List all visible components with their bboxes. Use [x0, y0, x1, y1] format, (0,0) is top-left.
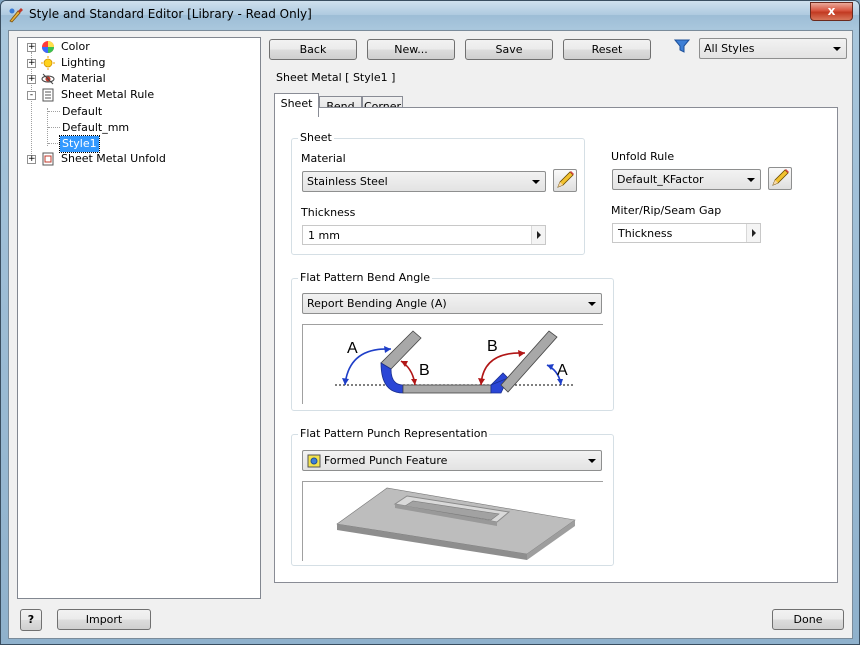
color-wheel-icon: [42, 41, 54, 53]
diagram-label-b: B: [487, 338, 498, 355]
sheet-metal-rule-icon: [42, 88, 54, 102]
edit-unfold-rule-button[interactable]: [768, 167, 792, 190]
edit-material-button[interactable]: [553, 169, 577, 192]
tree-item-label: Default: [62, 105, 103, 118]
dialog-client: + Color + Lighting + Material - Sheet Me…: [8, 30, 853, 639]
gap-input[interactable]: Thickness: [612, 223, 761, 243]
sheet-group-title: Sheet: [298, 131, 334, 144]
style-filter-dropdown[interactable]: All Styles: [699, 38, 847, 59]
done-button[interactable]: Done: [772, 609, 844, 630]
gap-label: Miter/Rip/Seam Gap: [611, 204, 722, 217]
expand-toggle[interactable]: +: [27, 75, 36, 84]
window-title: Style and Standard Editor [Library - Rea…: [29, 7, 312, 21]
style-filter-value: All Styles: [704, 42, 755, 55]
tree-item-label: Lighting: [61, 56, 106, 69]
tab-sheet[interactable]: Sheet: [274, 93, 319, 117]
bend-angle-group-title: Flat Pattern Bend Angle: [298, 271, 433, 284]
tree-item-label: Material: [61, 72, 106, 85]
bend-angle-group: Flat Pattern Bend Angle Report Bending A…: [291, 271, 614, 411]
material-value: Stainless Steel: [307, 175, 388, 188]
expand-toggle[interactable]: +: [27, 43, 36, 52]
punch-illustration: [336, 487, 576, 560]
sheet-tab-panel: Sheet Material Stainless Steel Thickness…: [274, 107, 838, 583]
tree-item-lighting[interactable]: + Lighting: [18, 55, 258, 71]
material-dropdown[interactable]: Stainless Steel: [302, 171, 546, 192]
unfold-rule-dropdown[interactable]: Default_KFactor: [612, 169, 761, 190]
gap-arrow-button[interactable]: [746, 224, 760, 242]
bend-angle-dropdown[interactable]: Report Bending Angle (A): [302, 293, 602, 314]
punch-diagram: [302, 481, 603, 561]
material-label: Material: [301, 152, 346, 165]
pencil-icon: [772, 169, 789, 186]
style-header-title: Sheet Metal [ Style1 ]: [276, 71, 396, 84]
save-button[interactable]: Save: [465, 39, 553, 60]
thickness-label: Thickness: [301, 206, 356, 219]
tree-item-label: Color: [61, 40, 90, 53]
chevron-down-icon: [588, 302, 596, 306]
expand-toggle[interactable]: +: [27, 155, 36, 164]
unfold-rule-label: Unfold Rule: [611, 150, 675, 163]
tree-item-color[interactable]: + Color: [18, 39, 258, 55]
diagram-label-a: A: [347, 340, 358, 357]
collapse-toggle[interactable]: -: [27, 91, 36, 100]
tree-item-label-selected: Style1: [59, 135, 100, 153]
punch-group: Flat Pattern Punch Representation Formed…: [291, 427, 614, 566]
editor-window: Style and Standard Editor [Library - Rea…: [0, 0, 860, 645]
reset-button[interactable]: Reset: [563, 39, 651, 60]
material-icon: [41, 73, 55, 85]
sheet-metal-unfold-icon: [42, 152, 54, 166]
tree-item-label: Sheet Metal Unfold: [61, 152, 166, 165]
tree-item-sheet-metal-unfold[interactable]: + Sheet Metal Unfold: [18, 151, 258, 167]
thickness-arrow-button[interactable]: [531, 226, 545, 244]
diagram-label-a: A: [557, 362, 568, 379]
tree-item-label: Default_mm: [62, 121, 130, 134]
tree-item-default-mm[interactable]: Default_mm: [18, 120, 258, 136]
thickness-value: 1 mm: [308, 229, 340, 242]
chevron-down-icon: [747, 178, 755, 182]
unfold-rule-value: Default_KFactor: [617, 173, 704, 186]
tree-item-material[interactable]: + Material: [18, 71, 258, 87]
tree-item-style1[interactable]: Style1: [18, 135, 258, 153]
tree-item-label: Sheet Metal Rule: [61, 88, 155, 101]
light-bulb-icon: [41, 56, 55, 70]
tree-item-default[interactable]: Default: [18, 104, 258, 120]
punch-value: Formed Punch Feature: [324, 454, 448, 467]
style-tree[interactable]: + Color + Lighting + Material - Sheet Me…: [17, 37, 261, 599]
title-bar[interactable]: Style and Standard Editor [Library - Rea…: [1, 1, 859, 29]
new-button[interactable]: New...: [367, 39, 455, 60]
bend-angle-value: Report Bending Angle (A): [307, 297, 447, 310]
chevron-down-icon: [833, 47, 841, 51]
style-editor-app-icon: [9, 8, 23, 23]
punch-group-title: Flat Pattern Punch Representation: [298, 427, 490, 440]
tree-item-sheet-metal-rule[interactable]: - Sheet Metal Rule: [18, 87, 258, 103]
help-button[interactable]: ?: [20, 609, 42, 631]
pencil-icon: [557, 171, 574, 188]
gap-value: Thickness: [618, 227, 673, 240]
bend-angle-diagram: A B B A: [302, 324, 603, 404]
thickness-input[interactable]: 1 mm: [302, 225, 546, 245]
punch-feature-icon: [307, 454, 321, 468]
import-button[interactable]: Import: [57, 609, 151, 630]
back-button[interactable]: Back: [269, 39, 357, 60]
diagram-label-b: B: [419, 362, 430, 379]
filter-icon[interactable]: [674, 38, 690, 54]
expand-toggle[interactable]: +: [27, 59, 36, 68]
chevron-down-icon: [532, 180, 540, 184]
punch-dropdown[interactable]: Formed Punch Feature: [302, 450, 602, 471]
bend-angle-illustration: A B B A: [335, 330, 575, 394]
sheet-group: Sheet Material Stainless Steel Thickness…: [291, 131, 585, 255]
chevron-down-icon: [588, 459, 596, 463]
close-button[interactable]: x: [810, 2, 853, 21]
